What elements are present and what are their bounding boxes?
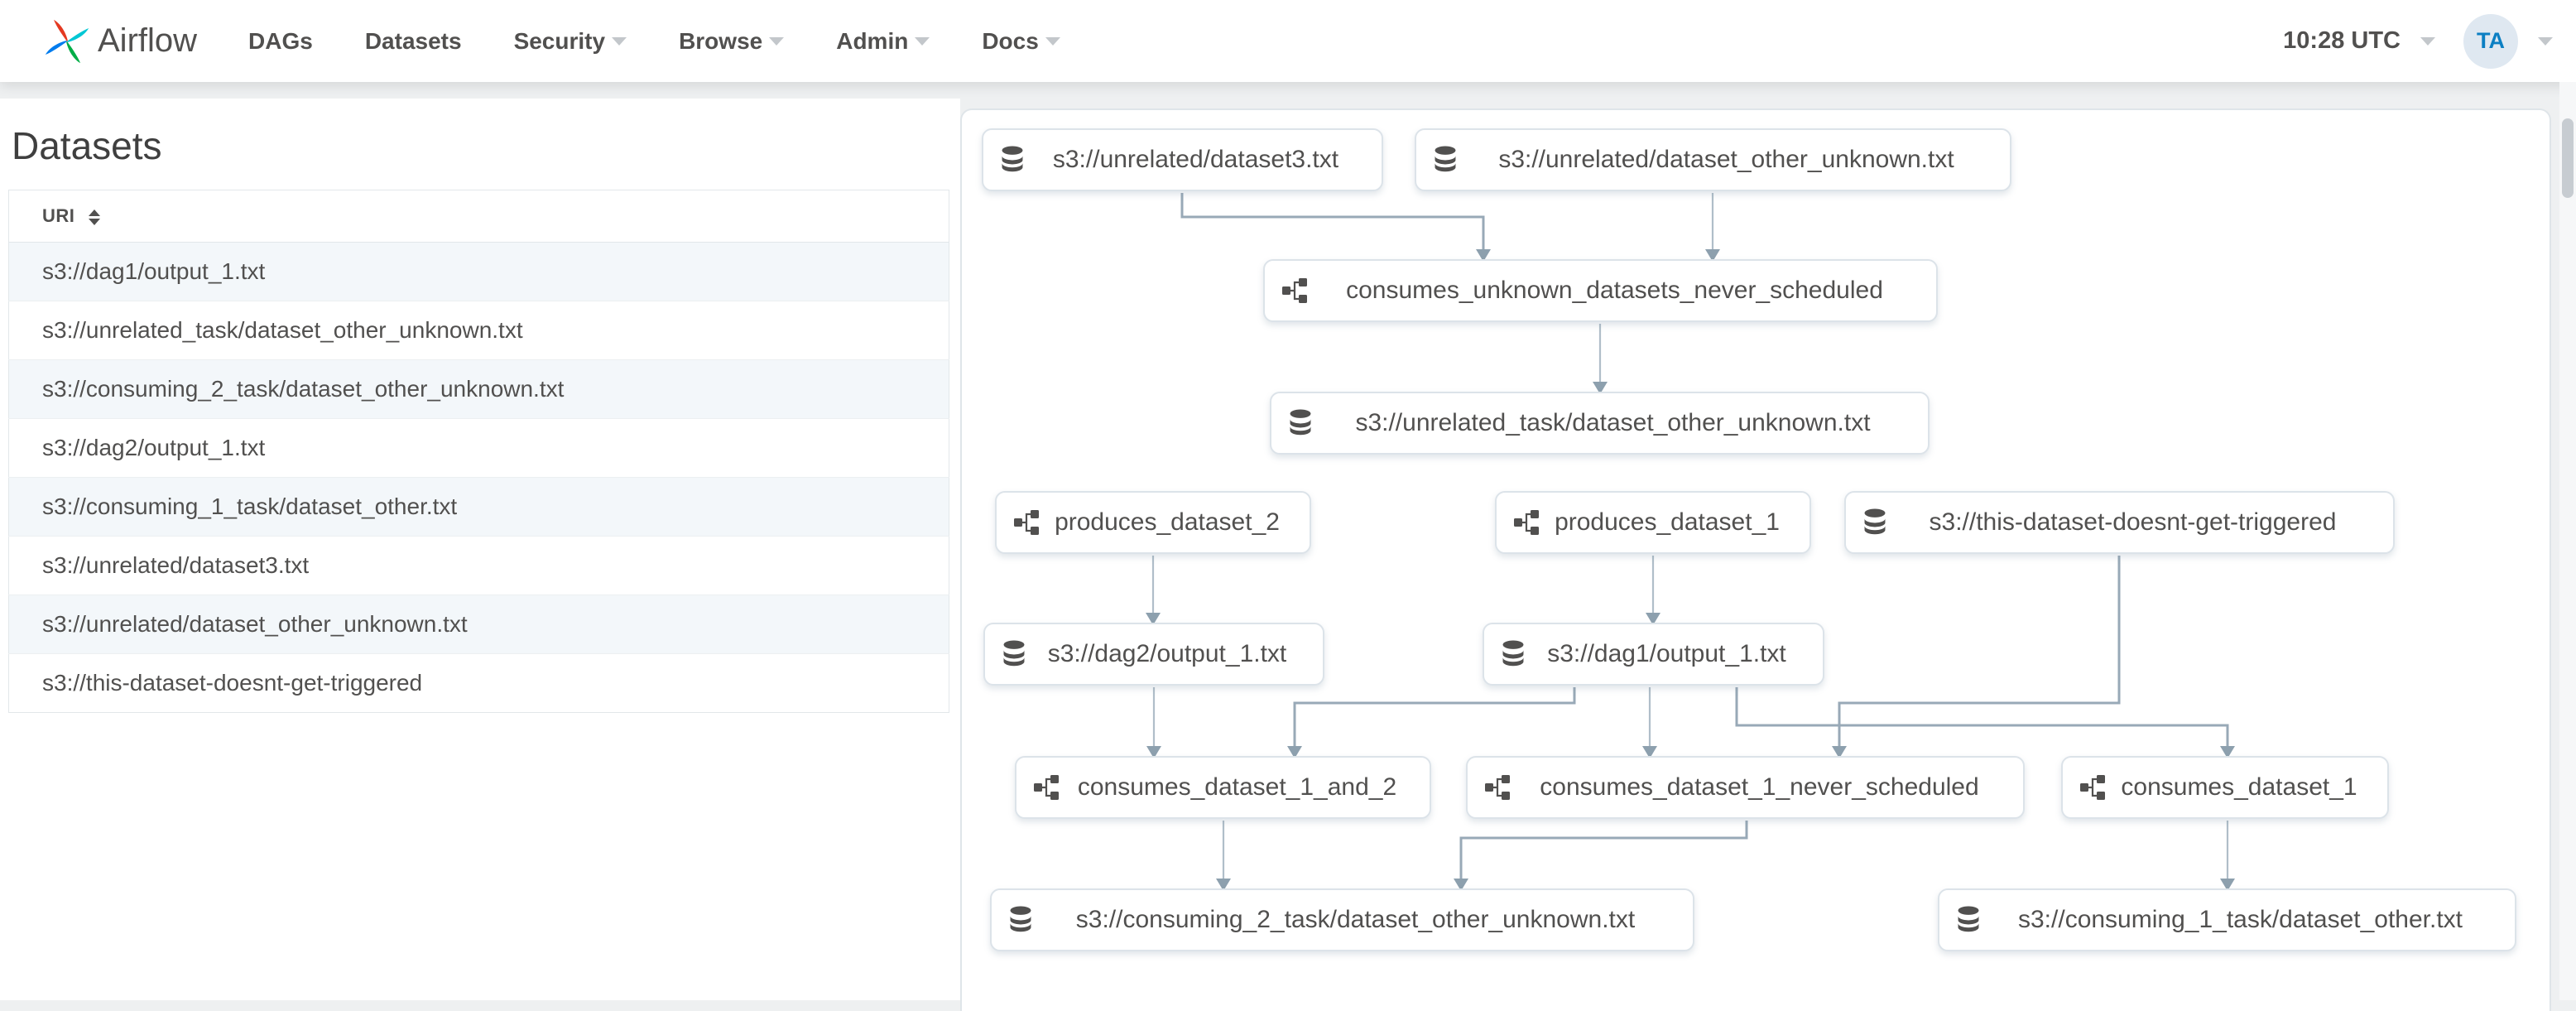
datasets-list-panel: Datasets URI s3://dag1/output_1.txt s3://… — [0, 99, 960, 1000]
database-icon — [1864, 508, 1886, 535]
scrollbar-track[interactable] — [2559, 82, 2576, 1000]
graph-node-label: consumes_dataset_1 — [2121, 773, 2357, 801]
dag-icon — [1514, 510, 1539, 535]
graph-node-dataset[interactable]: s3://dag2/output_1.txt — [983, 623, 1324, 686]
graph-node-label: s3://unrelated_task/dataset_other_unknow… — [1355, 409, 1871, 436]
clock-caret-icon[interactable] — [2420, 36, 2435, 46]
graph-node-dag[interactable]: consumes_dataset_1_never_scheduled — [1466, 756, 2025, 819]
clock-label[interactable]: 10:28 UTC — [2283, 27, 2401, 55]
dag-icon — [1282, 278, 1307, 303]
graph-node-label: consumes_unknown_datasets_never_schedule… — [1346, 277, 1883, 304]
uri-column-label: URI — [42, 205, 75, 226]
nav-item-dags[interactable]: DAGs — [248, 28, 313, 55]
datasets-table: URI s3://dag1/output_1.txt s3://unrelated… — [8, 190, 949, 713]
graph-node-dag[interactable]: consumes_dataset_1 — [2061, 756, 2389, 819]
database-icon — [1958, 906, 1979, 932]
graph-node-label: s3://unrelated/dataset_other_unknown.txt — [1498, 146, 1954, 173]
uri-column-header[interactable]: URI — [8, 190, 949, 243]
graph-node-label: produces_dataset_2 — [1055, 508, 1280, 536]
graph-node-dag[interactable]: produces_dataset_1 — [1495, 491, 1811, 554]
dataset-uri-cell[interactable]: s3://consuming_2_task/dataset_other_unkn… — [8, 359, 949, 419]
chevron-down-icon — [769, 36, 785, 46]
dataset-uri-cell[interactable]: s3://consuming_1_task/dataset_other.txt — [8, 477, 949, 537]
graph-node-label: s3://dag2/output_1.txt — [1047, 640, 1287, 667]
dag-icon — [1014, 510, 1039, 535]
graph-node-label: produces_dataset_1 — [1555, 508, 1780, 536]
graph-node-label: s3://consuming_2_task/dataset_other_unkn… — [1075, 906, 1636, 933]
table-row[interactable]: s3://this-dataset-doesnt-get-triggered — [8, 653, 949, 713]
graph-node-label: s3://this-dataset-doesnt-get-triggered — [1929, 508, 2337, 536]
dataset-uri-cell[interactable]: s3://unrelated_task/dataset_other_unknow… — [8, 301, 949, 360]
datasets-table-body: s3://dag1/output_1.txt s3://unrelated_tas… — [8, 242, 949, 713]
airflow-logo-icon — [45, 19, 89, 63]
table-row[interactable]: s3://unrelated_task/dataset_other_unknow… — [8, 301, 949, 360]
dag-icon — [2080, 775, 2105, 800]
airflow-brand[interactable]: Airflow — [45, 15, 197, 68]
dataset-uri-cell[interactable]: s3://unrelated/dataset3.txt — [8, 536, 949, 595]
scrollbar-thumb[interactable] — [2562, 118, 2574, 198]
graph-node-label: consumes_dataset_1_and_2 — [1077, 773, 1397, 801]
nav-item-datasets[interactable]: Datasets — [365, 28, 462, 55]
graph-node-dataset[interactable]: s3://unrelated_task/dataset_other_unknow… — [1270, 392, 1930, 455]
nav-item-browse[interactable]: Browse — [679, 28, 785, 55]
dataset-uri-cell[interactable]: s3://dag2/output_1.txt — [8, 418, 949, 478]
graph-node-label: s3://consuming_1_task/dataset_other.txt — [2018, 906, 2463, 933]
chevron-down-icon — [1045, 36, 1060, 46]
page-title: Datasets — [12, 124, 162, 167]
navbar-right: 10:28 UTC TA — [2283, 0, 2553, 82]
sort-icon — [89, 209, 101, 225]
table-row[interactable]: s3://dag1/output_1.txt — [8, 242, 949, 301]
user-menu-caret-icon[interactable] — [2538, 36, 2553, 46]
brand-wordmark: Airflow — [98, 22, 198, 59]
graph-node-dataset[interactable]: s3://this-dataset-doesnt-get-triggered — [1844, 491, 2395, 554]
database-icon — [1003, 640, 1025, 667]
table-row[interactable]: s3://dag2/output_1.txt — [8, 418, 949, 478]
database-icon — [1290, 409, 1311, 436]
graph-node-dag[interactable]: consumes_unknown_datasets_never_schedule… — [1263, 259, 1938, 322]
nav-item-admin[interactable]: Admin — [836, 28, 930, 55]
avatar[interactable]: TA — [2463, 13, 2518, 69]
table-row[interactable]: s3://consuming_1_task/dataset_other.txt — [8, 477, 949, 537]
dependency-graph-panel — [960, 108, 2551, 1011]
dag-icon — [1485, 775, 1510, 800]
chevron-down-icon — [612, 36, 627, 46]
dag-icon — [1034, 775, 1059, 800]
graph-node-dataset[interactable]: s3://consuming_2_task/dataset_other_unkn… — [990, 888, 1694, 951]
graph-node-dataset[interactable]: s3://consuming_1_task/dataset_other.txt — [1938, 888, 2516, 951]
dataset-uri-cell[interactable]: s3://this-dataset-doesnt-get-triggered — [8, 653, 949, 713]
nav-menu: DAGs Datasets Security Browse Admin Docs — [248, 28, 1060, 55]
chevron-down-icon — [915, 36, 930, 46]
graph-node-label: s3://dag1/output_1.txt — [1547, 640, 1786, 667]
graph-node-dag[interactable]: produces_dataset_2 — [995, 491, 1311, 554]
table-row[interactable]: s3://unrelated/dataset3.txt — [8, 536, 949, 595]
database-icon — [1010, 906, 1031, 932]
graph-node-dag[interactable]: consumes_dataset_1_and_2 — [1015, 756, 1431, 819]
database-icon — [1502, 640, 1524, 667]
navbar: Airflow DAGs Datasets Security Browse Admin D… — [0, 0, 2576, 82]
table-row[interactable]: s3://unrelated/dataset_other_unknown.txt — [8, 595, 949, 654]
graph-node-label: s3://unrelated/dataset3.txt — [1052, 146, 1339, 173]
nav-item-security[interactable]: Security — [514, 28, 627, 55]
dataset-uri-cell[interactable]: s3://dag1/output_1.txt — [8, 242, 949, 301]
graph-node-label: consumes_dataset_1_never_scheduled — [1540, 773, 1979, 801]
nav-item-docs[interactable]: Docs — [982, 28, 1060, 55]
graph-node-dataset[interactable]: s3://dag1/output_1.txt — [1483, 623, 1824, 686]
graph-node-dataset[interactable]: s3://unrelated/dataset_other_unknown.txt — [1415, 128, 2011, 191]
database-icon — [1002, 146, 1023, 172]
table-row[interactable]: s3://consuming_2_task/dataset_other_unkn… — [8, 359, 949, 419]
dataset-uri-cell[interactable]: s3://unrelated/dataset_other_unknown.txt — [8, 595, 949, 654]
graph-node-dataset[interactable]: s3://unrelated/dataset3.txt — [982, 128, 1383, 191]
database-icon — [1435, 146, 1456, 172]
